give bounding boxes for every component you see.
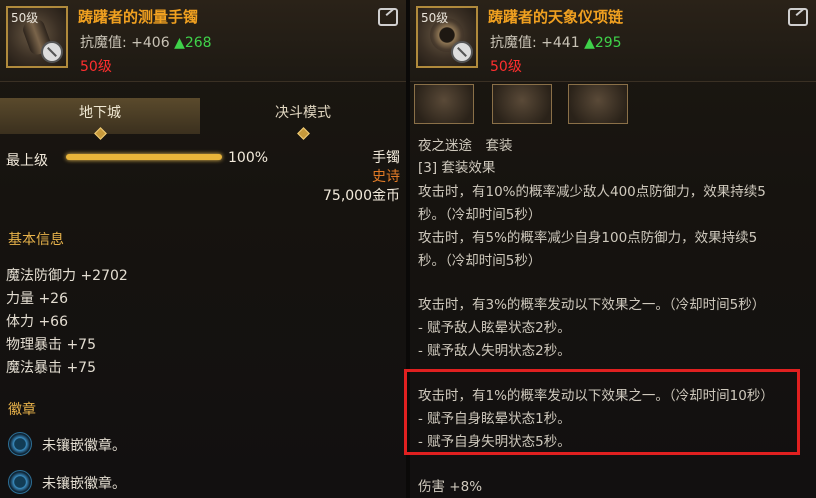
emblem-slot-icon[interactable]: [8, 470, 32, 494]
highlight-box: [404, 369, 800, 455]
resist-increase: ▲268: [174, 35, 212, 51]
set-item-icon[interactable]: [568, 84, 628, 124]
right-item-header: 50级 踌躇者的天象仪项链 抗魔值: +441 ▲295 50级: [410, 0, 816, 82]
stat-line: 魔法暴击 +75: [6, 360, 96, 376]
stat-line: 力量 +26: [6, 291, 68, 307]
emblem-title: 徽章: [8, 402, 36, 418]
resist-label: 抗魔值: +406: [80, 35, 170, 51]
emblem-slot-label: 未镶嵌徽章。: [42, 476, 126, 492]
tab-dungeon[interactable]: 地下城: [0, 98, 200, 140]
set-effect-title: [3] 套装效果: [418, 160, 496, 176]
item-name: 踌躇者的测量手镯: [78, 8, 199, 26]
tab-dungeon-label: 地下城: [79, 105, 121, 121]
set-effect-line: - 赋予敌人失明状态2秒。: [418, 343, 571, 359]
required-level: 50级: [490, 59, 522, 75]
item-rarity: 史诗: [372, 169, 400, 185]
set-effect-line: - 赋予敌人眩晕状态2秒。: [418, 320, 571, 336]
left-item-header: 50级 踌躇者的测量手镯 抗魔值: +406 ▲268 50级: [0, 0, 406, 82]
prohibited-icon: [451, 41, 473, 63]
bracelet-item-icon[interactable]: 50级: [6, 6, 68, 68]
resist-label: 抗魔值: +441: [490, 35, 580, 51]
set-effect-line: 攻击时，有10%的概率减少敌人400点防御力，效果持续5: [418, 184, 766, 200]
set-effect-line: 秒。（冷却时间5秒）: [418, 207, 542, 223]
stat-line: 魔法防御力 +2702: [6, 268, 128, 284]
tab-duel-label: 决斗模式: [275, 105, 331, 121]
damage-stat: 伤害 +8%: [418, 479, 483, 495]
share-icon[interactable]: [378, 8, 398, 26]
stat-line: 体力 +66: [6, 314, 68, 330]
item-type: 手镯: [372, 150, 400, 166]
set-effect-line: 攻击时，有5%的概率减少自身100点防御力，效果持续5: [418, 230, 758, 246]
tab-duel[interactable]: 决斗模式: [200, 98, 406, 140]
grade-percent: 100%: [228, 150, 269, 166]
share-icon[interactable]: [788, 8, 808, 26]
set-item-icon[interactable]: [414, 84, 474, 124]
emblem-slot-label: 未镶嵌徽章。: [42, 438, 126, 454]
set-name: 夜之迷途 套装: [418, 138, 513, 154]
item-name: 踌躇者的天象仪项链: [488, 8, 624, 26]
resist-value: 抗魔值: +441 ▲295: [490, 32, 622, 52]
resist-value: 抗魔值: +406 ▲268: [80, 32, 212, 52]
emblem-slot-icon[interactable]: [8, 432, 32, 456]
required-level: 50级: [80, 59, 112, 75]
grade-label: 最上级: [6, 153, 48, 169]
necklace-item-icon[interactable]: 50级: [416, 6, 478, 68]
tab-indicator-icon: [94, 127, 107, 140]
prohibited-icon: [41, 41, 63, 63]
mode-tabs: 地下城 决斗模式: [0, 98, 406, 140]
set-items-row: [410, 84, 816, 124]
resist-increase: ▲295: [584, 35, 622, 51]
item-price: 75,000金币: [323, 188, 400, 204]
item-level-badge: 50级: [11, 11, 39, 25]
set-item-icon[interactable]: [492, 84, 552, 124]
left-item-tooltip: 50级 踌躇者的测量手镯 抗魔值: +406 ▲268 50级 地下城 决斗模式…: [0, 0, 406, 498]
item-level-badge: 50级: [421, 11, 449, 25]
tab-indicator-icon: [297, 127, 310, 140]
set-effect-line: 攻击时，有3%的概率发动以下效果之一。（冷却时间5秒）: [418, 297, 766, 313]
basic-info-title: 基本信息: [8, 232, 64, 248]
set-effect-line: 秒。（冷却时间5秒）: [418, 253, 542, 269]
stat-line: 物理暴击 +75: [6, 337, 96, 353]
grade-progress-bar: [66, 154, 222, 160]
